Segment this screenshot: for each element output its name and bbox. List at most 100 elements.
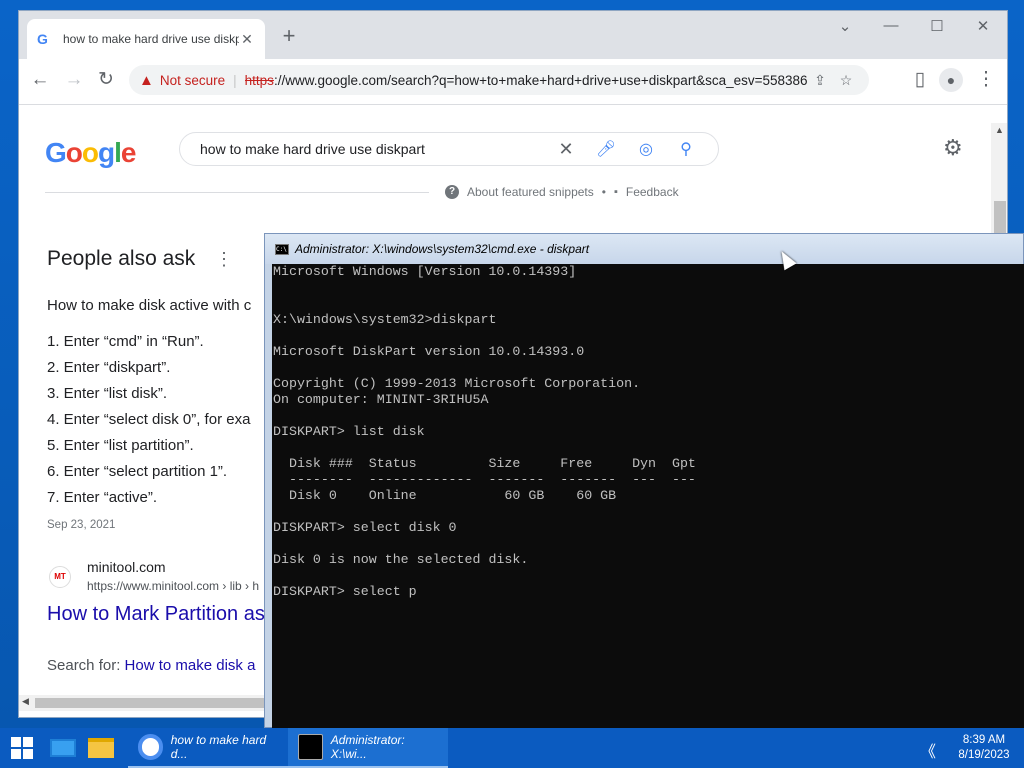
taskbar-app-cmd[interactable]: Administrator: X:\wi... <box>288 728 448 768</box>
google-favicon-icon: G <box>37 31 48 47</box>
logo-letter: g <box>98 137 115 168</box>
gear-icon[interactable]: ⚙ <box>943 135 963 161</box>
back-button[interactable]: ← <box>27 67 53 93</box>
logo-letter: o <box>65 137 83 168</box>
address-bar[interactable]: ▲ Not secure | https://www.google.com/se… <box>129 65 869 95</box>
help-icon: ? <box>445 185 459 199</box>
menu-dots-icon[interactable]: ⋮ <box>973 67 999 93</box>
reload-button[interactable]: ↻ <box>93 67 119 93</box>
step-item: 2. Enter “diskpart”. <box>47 359 171 376</box>
result-site-name[interactable]: minitool.com <box>87 559 166 575</box>
console-line: X:\windows\system32>diskpart <box>273 312 497 327</box>
logo-letter: G <box>45 137 67 168</box>
scroll-thumb[interactable] <box>35 698 265 708</box>
forward-button[interactable]: → <box>61 67 87 93</box>
maximize-button[interactable]: ☐ <box>917 17 957 35</box>
logo-letter: o <box>81 137 99 168</box>
microphone-icon[interactable]: 🎤︎ <box>586 139 626 159</box>
console-line: Microsoft DiskPart version 10.0.14393.0 <box>273 344 585 359</box>
result-date: Sep 23, 2021 <box>47 519 116 531</box>
cmd-console[interactable]: Microsoft Windows [Version 10.0.14393] X:… <box>272 264 1024 728</box>
step-item: 5. Enter “list partition”. <box>47 437 194 454</box>
logo-letter: l <box>114 137 122 168</box>
file-explorer-pin[interactable] <box>82 728 120 768</box>
search-input[interactable]: how to make hard drive use diskpart ✕ 🎤︎… <box>179 132 719 166</box>
logo-letter: e <box>120 137 137 168</box>
bookmark-star-icon[interactable]: ☆ <box>833 72 859 89</box>
taskbar: how to make hard d... Administrator: X:\… <box>0 728 1024 768</box>
not-secure-label[interactable]: Not secure <box>160 73 225 88</box>
tray-chevron-icon[interactable]: 《 <box>920 738 936 762</box>
tab-close-icon[interactable]: ✕ <box>239 31 255 48</box>
result-site-url[interactable]: https://www.minitool.com › lib › h <box>87 579 259 593</box>
answer-steps: 1. Enter “cmd” in “Run”. 2. Enter “diskp… <box>47 329 250 511</box>
tab-search-icon[interactable]: ⌄ <box>825 17 865 35</box>
browser-toolbar: ← → ↻ ▲ Not secure | https://www.google.… <box>19 59 1007 105</box>
console-line: Disk 0 is now the selected disk. <box>273 552 529 567</box>
step-item: 6. Enter “select partition 1”. <box>47 463 228 480</box>
minitool-favicon-icon: MT <box>49 566 71 588</box>
clear-icon[interactable]: ✕ <box>546 139 586 160</box>
console-line: On computer: MININT-3RIHU5A <box>273 392 489 407</box>
search-for-line: Search for: How to make disk a <box>47 657 255 674</box>
feedback-link[interactable]: Feedback <box>626 185 679 199</box>
console-line: Microsoft Windows [Version 10.0.14393] <box>273 264 577 279</box>
scroll-up-icon[interactable]: ▲ <box>995 125 1004 135</box>
desktop-pin[interactable] <box>44 728 82 768</box>
warning-icon: ▲ <box>139 71 154 89</box>
step-item: 4. Enter “select disk 0”, for exa <box>47 411 251 428</box>
lens-icon[interactable]: ◎ <box>626 139 666 159</box>
cmd-taskbar-icon <box>298 734 323 760</box>
google-logo[interactable]: Google <box>45 137 137 169</box>
console-line: Disk 0 Online 60 GB 60 GB <box>273 488 617 503</box>
about-snippets-link[interactable]: About featured snippets <box>467 185 594 199</box>
cmd-title-bar[interactable]: C:\ Administrator: X:\windows\system32\c… <box>265 234 1023 264</box>
result-title-link[interactable]: How to Mark Partition as <box>47 603 265 626</box>
console-line: DISKPART> list disk <box>273 424 425 439</box>
step-item: 7. Enter “active”. <box>47 489 158 506</box>
cmd-title: Administrator: X:\windows\system32\cmd.e… <box>295 242 590 256</box>
step-item: 1. Enter “cmd” in “Run”. <box>47 333 204 350</box>
windows-logo-icon <box>11 737 33 759</box>
taskbar-app-cmd-label: Administrator: X:\wi... <box>330 733 405 761</box>
tab-strip: G how to make hard drive use diskp ✕ + ⌄… <box>19 11 1007 59</box>
search-query[interactable]: how to make hard drive use diskpart <box>200 141 546 157</box>
profile-avatar[interactable]: ● <box>939 68 963 92</box>
browser-icon <box>138 734 163 760</box>
answer-intro: How to make disk active with c <box>47 297 252 314</box>
clock[interactable]: 8:39 AM 8/19/2023 <box>950 733 1018 763</box>
folder-icon <box>88 738 114 758</box>
search-icon[interactable]: ⚲ <box>666 139 706 159</box>
divider: | <box>233 72 237 88</box>
share-icon[interactable]: ⇪ <box>807 72 833 89</box>
cmd-window: C:\ Administrator: X:\windows\system32\c… <box>264 233 1024 728</box>
feedback-icon: ▪ <box>613 186 618 198</box>
url-scheme: https <box>244 72 274 88</box>
step-item: 3. Enter “list disk”. <box>47 385 168 402</box>
browser-tab[interactable]: G how to make hard drive use diskp ✕ <box>27 19 265 59</box>
more-options-icon[interactable]: ⋮ <box>215 249 233 270</box>
search-for-label: Search for: <box>47 657 125 674</box>
snippet-footer: ? About featured snippets • ▪ Feedback <box>445 185 679 199</box>
taskbar-app-browser[interactable]: how to make hard d... <box>128 728 288 768</box>
monitor-icon <box>50 739 76 757</box>
minimize-button[interactable]: — <box>871 17 911 34</box>
console-line: Disk ### Status Size Free Dyn Gpt <box>273 456 696 471</box>
url-rest: ://www.google.com/search?q=how+to+make+h… <box>273 72 807 88</box>
start-button[interactable] <box>0 728 44 768</box>
close-button[interactable]: ✕ <box>963 17 1003 35</box>
search-for-link[interactable]: How to make disk a <box>125 657 256 674</box>
url-text[interactable]: https://www.google.com/search?q=how+to+m… <box>245 73 807 88</box>
new-tab-button[interactable]: + <box>277 25 301 49</box>
scroll-left-icon[interactable]: ◀ <box>22 696 29 707</box>
side-panel-icon[interactable]: ▯ <box>907 67 933 93</box>
clock-date: 8/19/2023 <box>958 749 1010 761</box>
cmd-icon: C:\ <box>275 243 289 255</box>
tab-title: how to make hard drive use diskp <box>63 32 239 46</box>
